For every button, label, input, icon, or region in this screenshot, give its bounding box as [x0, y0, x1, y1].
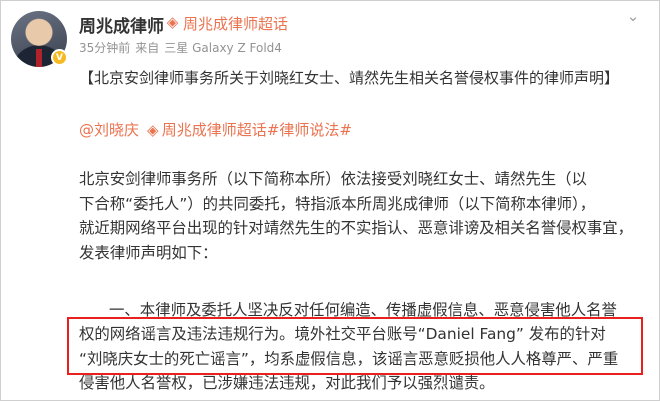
- paragraph-line: 北京安剑律师事务所（以下简称本所）依法接受刘晓红女士、靖然先生（以: [79, 170, 587, 188]
- weibo-post-card: V 周兆成律师 ◈ 周兆成律师超话 35分钟前 来自 三星 Galaxy Z Fol…: [0, 0, 660, 401]
- avatar-tie: [36, 49, 42, 67]
- highlight-box: [67, 317, 643, 375]
- paragraph-line: 下合称“委托人”）的共同委托，特指派本所周兆成律师（以下简称本律师），: [79, 194, 596, 213]
- post-meta: 35分钟前 来自 三星 Galaxy Z Fold4: [79, 39, 287, 56]
- statement-title: 【北京安剑律师事务所关于刘晓红女士、靖然先生相关名誉侵权事件的律师声明】: [79, 69, 620, 87]
- paragraph-line: 就近期网络平台出现的针对靖然先生的不实指认、恶意诽谤及相关名誉侵权事宜，: [79, 219, 634, 237]
- verified-badge-icon: V: [51, 49, 68, 66]
- mention-link[interactable]: @刘晓庆: [79, 121, 139, 139]
- source-prefix: 来自: [135, 41, 160, 55]
- topic-link[interactable]: 周兆成律师超话: [162, 121, 267, 139]
- diamond-topic-icon: ◈: [147, 121, 159, 139]
- hashtag-link[interactable]: #律师说法#: [267, 121, 352, 139]
- device-source: 三星 Galaxy Z Fold4: [164, 41, 282, 55]
- paragraph-intro: 北京安剑律师事务所（以下简称本所）依法接受刘晓红女士、靖然先生（以 下合称“委托…: [79, 167, 633, 265]
- paragraph-line: 发表律师声明如下：: [79, 243, 218, 262]
- post-time[interactable]: 35分钟前: [79, 41, 130, 55]
- diamond-topic-icon: ◈: [166, 13, 179, 31]
- mention-topic-line: @刘晓庆 ◈ 周兆成律师超话#律师说法#: [79, 119, 352, 141]
- author-name[interactable]: 周兆成律师: [79, 12, 164, 37]
- author-topic-link[interactable]: 周兆成律师超话: [183, 13, 288, 34]
- chevron-down-icon[interactable]: ⌄: [621, 7, 645, 25]
